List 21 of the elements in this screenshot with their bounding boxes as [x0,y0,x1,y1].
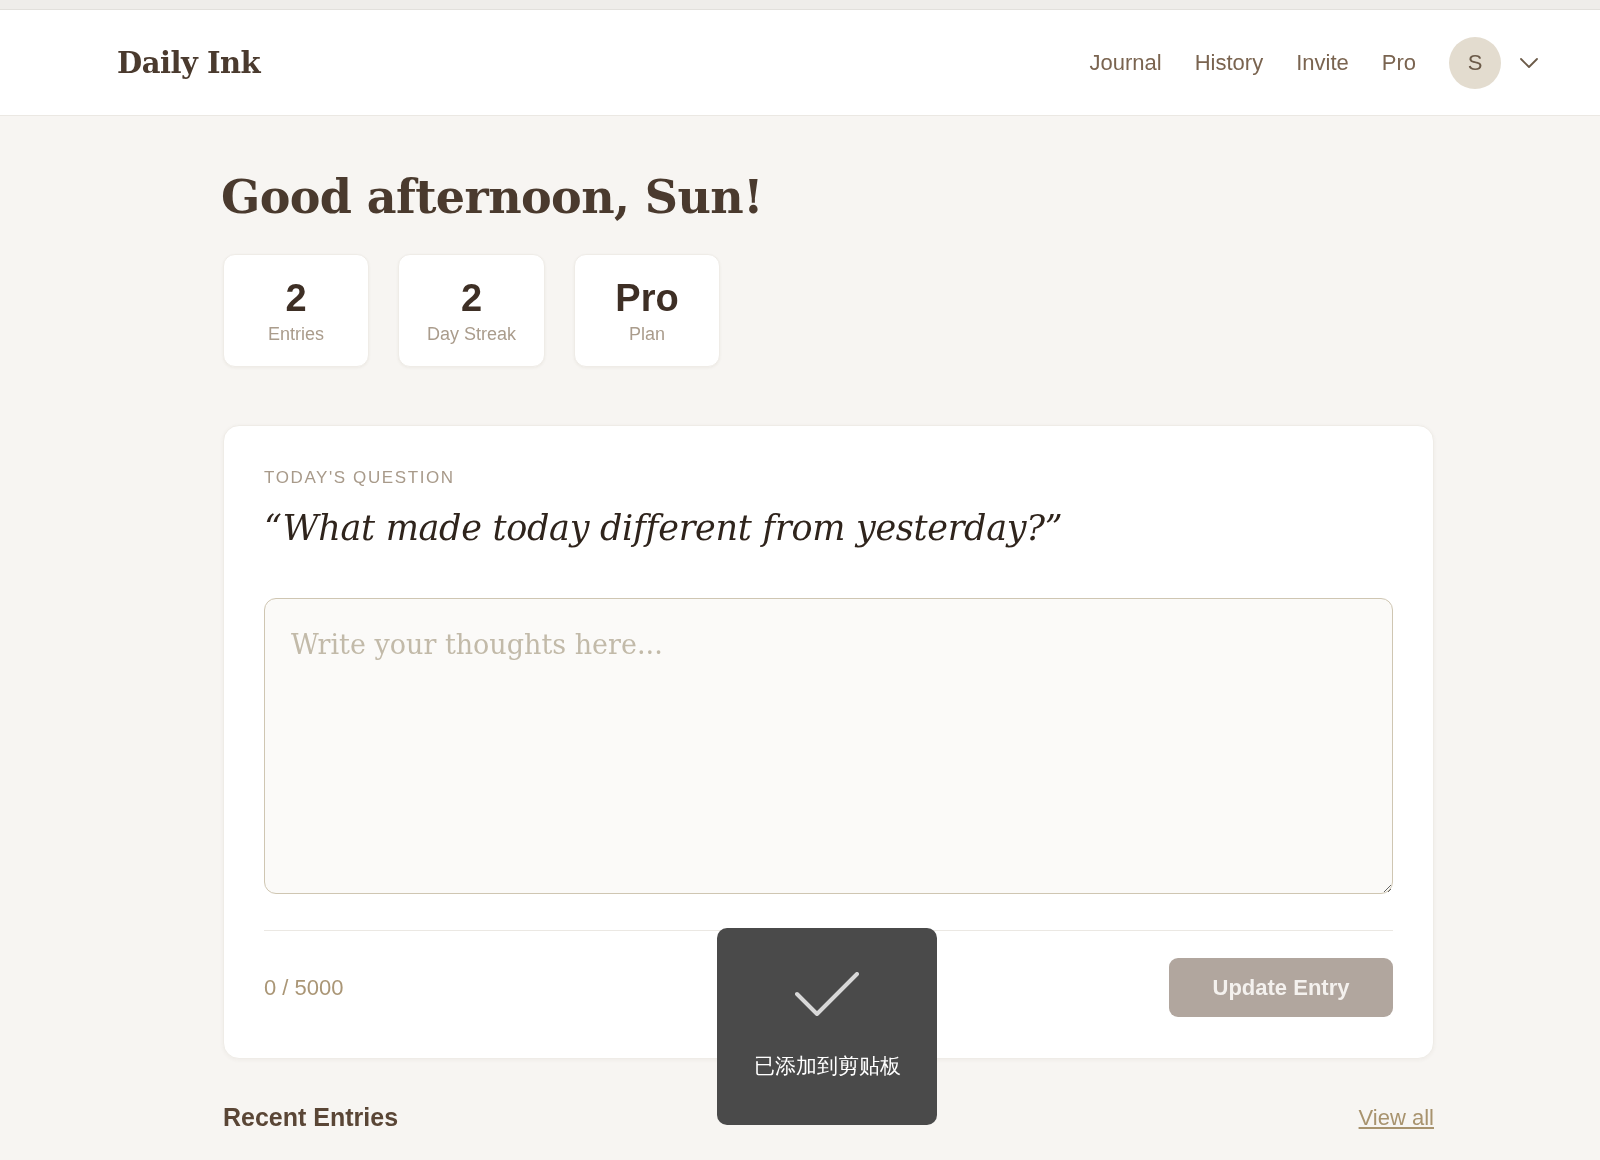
toast-message: 已添加到剪贴板 [753,1053,901,1080]
greeting-heading: Good afternoon, Sun! [221,169,763,226]
character-counter: 0 / 5000 [264,974,344,1001]
logo[interactable]: Daily Ink [117,45,261,80]
nav-link[interactable]: Pro [1381,49,1416,76]
stat-label: Entries [268,324,324,345]
nav-link[interactable]: History [1194,49,1264,76]
stat-value: Pro [615,276,679,320]
stat-label: Plan [629,324,666,345]
question-text: “What made today different from yesterday?” [264,508,1063,548]
entry-textarea[interactable]: Write your thoughts here... [264,598,1393,894]
nav-link[interactable]: Journal [1089,49,1162,76]
stat-label: Day Streak [427,324,517,345]
chevron-down-icon[interactable] [1520,57,1538,68]
question-label: TODAY'S QUESTION [264,468,455,488]
checkmark-icon [795,972,859,1016]
avatar[interactable]: S [1449,36,1501,89]
stat-value: 2 [460,276,483,320]
section-heading: Recent Entries [223,1103,399,1132]
stat-value: 2 [285,276,307,320]
nav-link[interactable]: Invite [1296,49,1349,76]
